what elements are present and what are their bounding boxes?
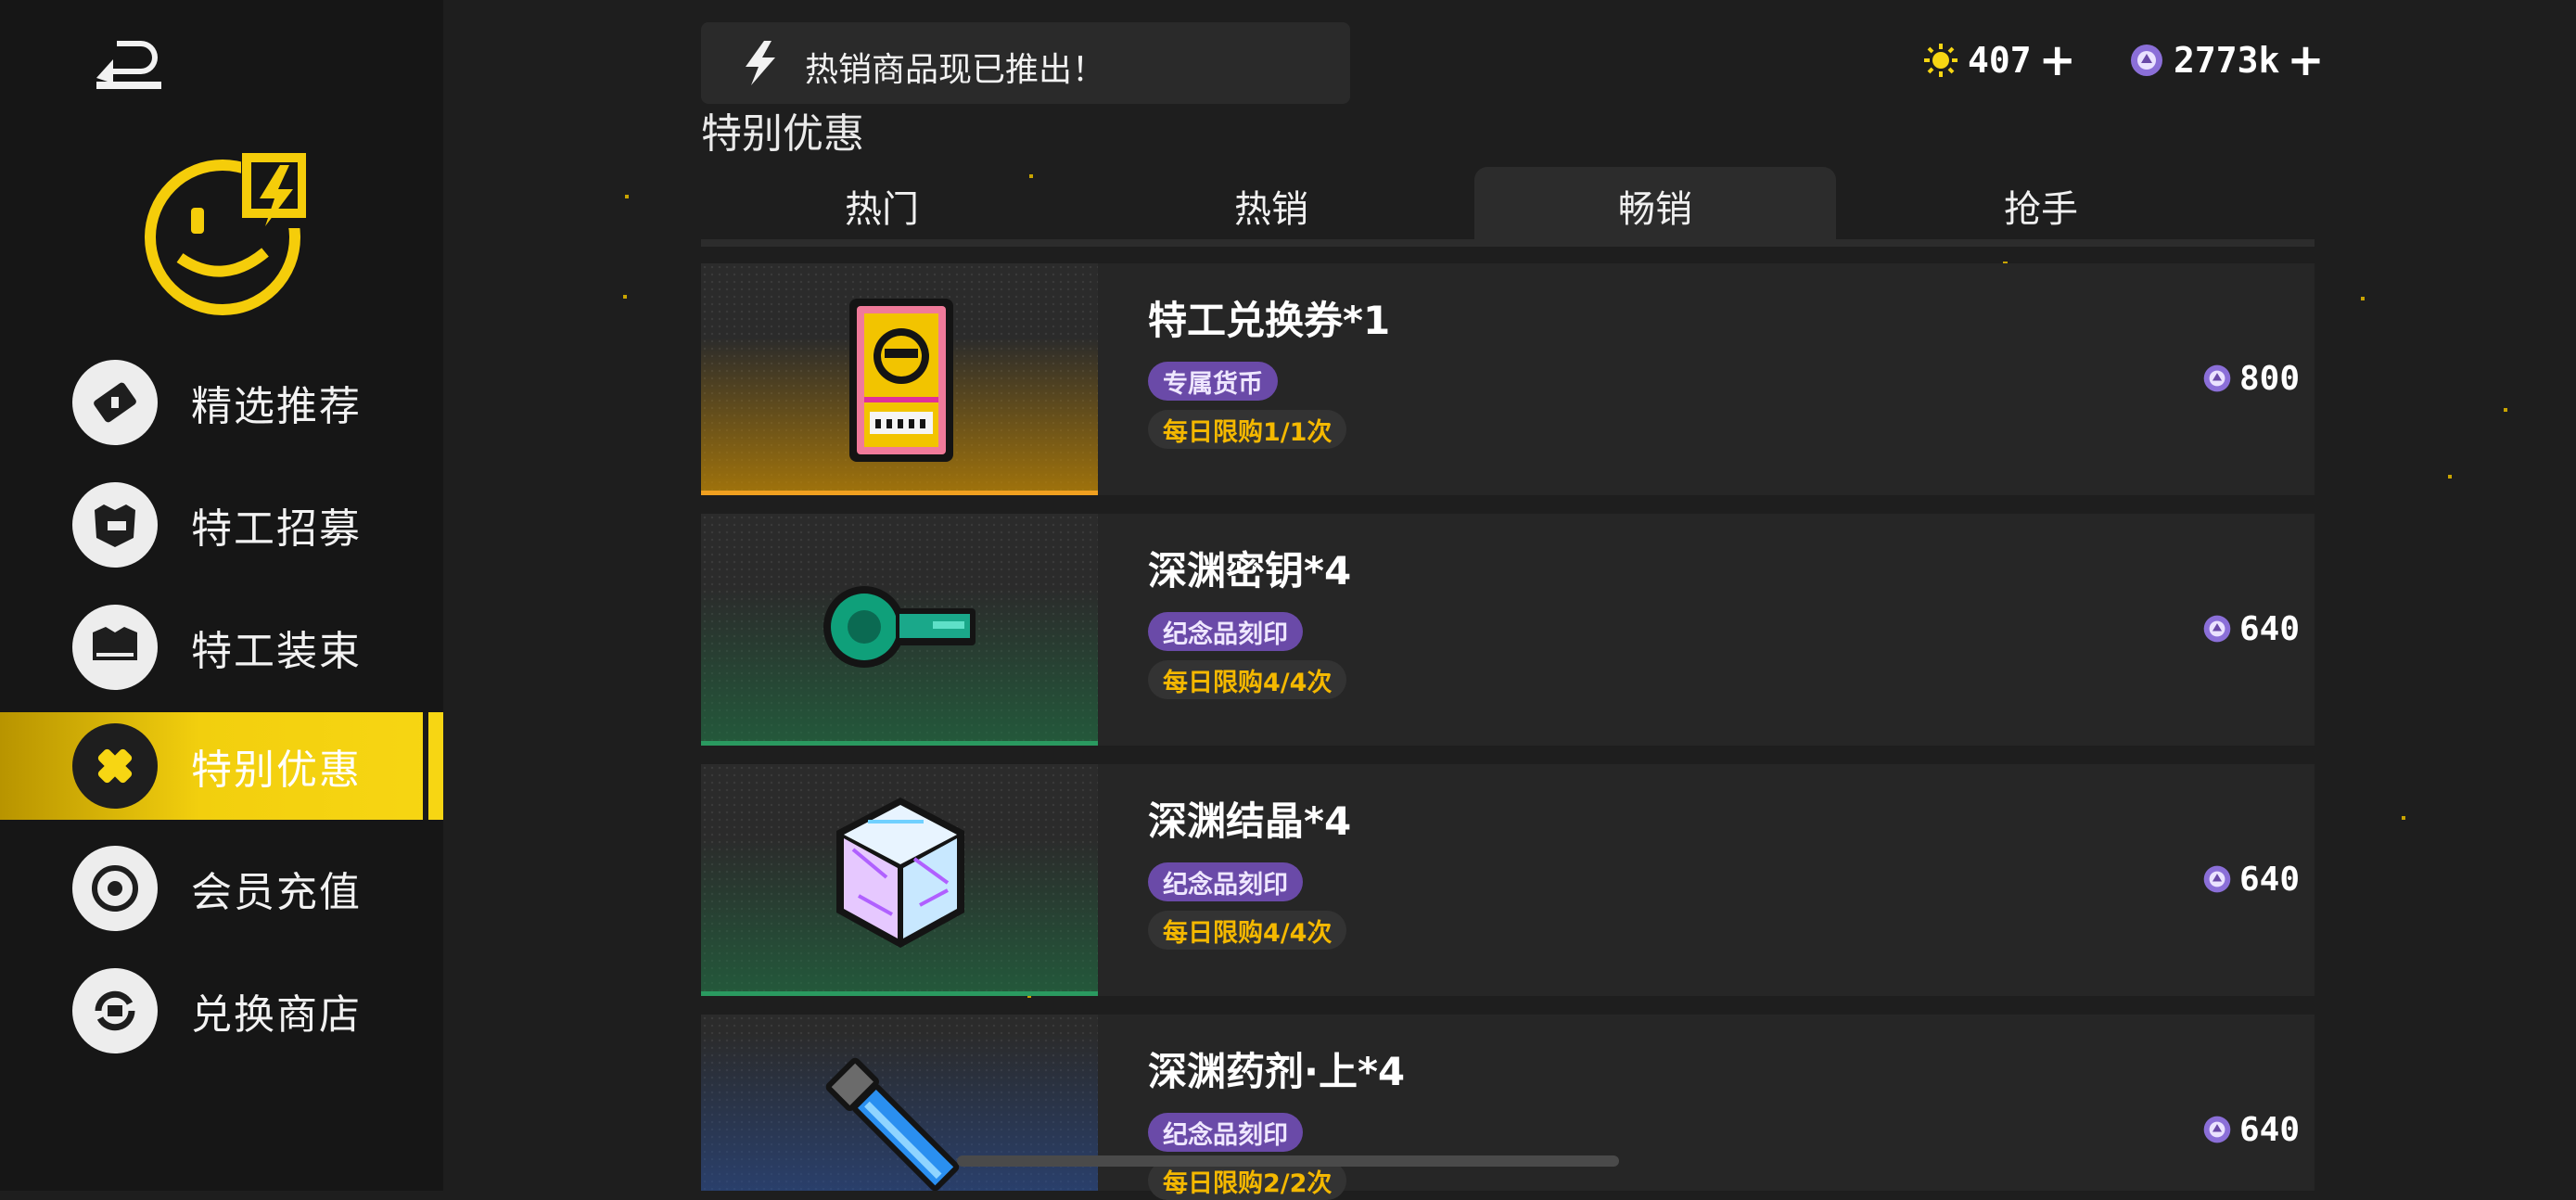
price-button[interactable]: 640	[2202, 609, 2300, 648]
tab-in-demand[interactable]: 抢手	[1860, 167, 2222, 245]
purple-gem-icon	[2203, 865, 2231, 893]
sidebar-item-membership-topup[interactable]: 会员充值	[0, 835, 443, 942]
agent-head-icon	[72, 482, 158, 568]
purchase-limit-badge: 每日限购4/4次	[1148, 911, 1347, 950]
sidebar-item-label: 兑换商店	[191, 991, 362, 1039]
sidebar-item-agent-outfit[interactable]: 特工装束	[0, 594, 443, 701]
sidebar-item-exchange-shop[interactable]: 兑换商店	[0, 957, 443, 1065]
price-value: 800	[2238, 359, 2300, 398]
price-value: 640	[2238, 609, 2300, 648]
purchase-limit-badge: 每日限购2/2次	[1148, 1161, 1347, 1200]
page-title: 特别优惠	[701, 110, 864, 158]
active-edge-marker	[430, 712, 443, 820]
product-name: 深渊结晶*4	[1148, 798, 1352, 844]
sidebar-item-agent-recruit[interactable]: 特工招募	[0, 471, 443, 579]
tab-top-selling[interactable]: 热销	[1090, 167, 1452, 245]
agent-ticket-icon	[849, 299, 953, 462]
tab-hot[interactable]: 热门	[701, 167, 1063, 245]
currency-sun-coin: 407 +	[1923, 37, 2076, 83]
abyss-crystal-icon	[836, 798, 964, 948]
price-value: 640	[2238, 860, 2300, 899]
price-button[interactable]: 640	[2202, 1110, 2300, 1149]
bandage-icon	[72, 723, 158, 809]
sun-coin-icon	[1924, 44, 1958, 77]
ticket-icon	[72, 360, 158, 445]
price-value: 640	[2238, 1110, 2300, 1149]
tab-underline	[701, 239, 2315, 247]
purchase-limit-badge: 每日限购1/1次	[1148, 410, 1347, 449]
banner-text: 热销商品现已推出！	[805, 51, 1106, 89]
product-name: 深渊密钥*4	[1148, 548, 1352, 594]
sidebar-item-label: 特工招募	[191, 505, 362, 553]
sidebar-item-label: 特工装束	[191, 628, 362, 675]
category-tag: 纪念品刻印	[1148, 612, 1303, 651]
sidebar-item-label: 会员充值	[191, 869, 362, 916]
announcement-banner[interactable]: 热销商品现已推出！	[701, 22, 1350, 104]
target-icon	[72, 846, 158, 931]
add-currency-button[interactable]: +	[2039, 38, 2076, 83]
product-card[interactable]: 深渊密钥*4 纪念品刻印 每日限购4/4次 640	[701, 514, 2315, 746]
category-tag: 纪念品刻印	[1148, 1113, 1303, 1152]
outfit-icon	[72, 605, 158, 690]
sidebar: 精选推荐 特工招募 特工装束 特别优惠 会员充值 兑换商店	[0, 0, 443, 1191]
add-currency-button[interactable]: +	[2287, 38, 2324, 83]
lightning-icon	[746, 41, 775, 85]
currency-value: 407	[1968, 40, 2032, 81]
sidebar-item-label: 精选推荐	[191, 383, 362, 430]
purchase-limit-badge: 每日限购4/4次	[1148, 660, 1347, 699]
product-name: 特工兑换券*1	[1148, 298, 1391, 343]
tab-best-selling[interactable]: 畅销	[1474, 167, 1836, 245]
tab-bar: 热门 热销 畅销 抢手	[701, 167, 2315, 245]
price-button[interactable]: 640	[2202, 860, 2300, 899]
purple-gem-icon	[2203, 364, 2231, 392]
category-tag: 纪念品刻印	[1148, 862, 1303, 901]
product-thumbnail	[701, 514, 1098, 746]
category-tag: 专属货币	[1148, 362, 1278, 401]
exchange-icon	[72, 968, 158, 1053]
product-name: 深渊药剂·上*4	[1148, 1049, 1406, 1094]
purple-gem-icon	[2131, 45, 2162, 76]
currency-purple-gem: 2773k +	[2129, 37, 2325, 83]
purple-gem-icon	[2203, 1116, 2231, 1143]
back-button[interactable]	[91, 37, 169, 93]
home-indicator[interactable]	[957, 1155, 1619, 1167]
abyss-key-icon	[823, 586, 976, 668]
sidebar-item-featured[interactable]: 精选推荐	[0, 349, 443, 456]
sidebar-item-special-offer[interactable]: 特别优惠	[0, 712, 443, 820]
back-arrow-icon	[96, 41, 161, 89]
sidebar-item-label: 特别优惠	[191, 747, 362, 794]
currency-value: 2773k	[2174, 40, 2280, 81]
product-thumbnail	[701, 263, 1098, 495]
product-card[interactable]: 特工兑换券*1 专属货币 每日限购1/1次 800	[701, 263, 2315, 495]
product-thumbnail	[701, 764, 1098, 996]
product-card[interactable]: 深渊结晶*4 纪念品刻印 每日限购4/4次 640	[701, 764, 2315, 996]
abyss-potion-icon	[825, 1057, 960, 1191]
active-edge-gap	[423, 712, 428, 820]
price-button[interactable]: 800	[2202, 359, 2300, 398]
smiley-bolt-logo	[139, 148, 307, 315]
purple-gem-icon	[2203, 615, 2231, 643]
